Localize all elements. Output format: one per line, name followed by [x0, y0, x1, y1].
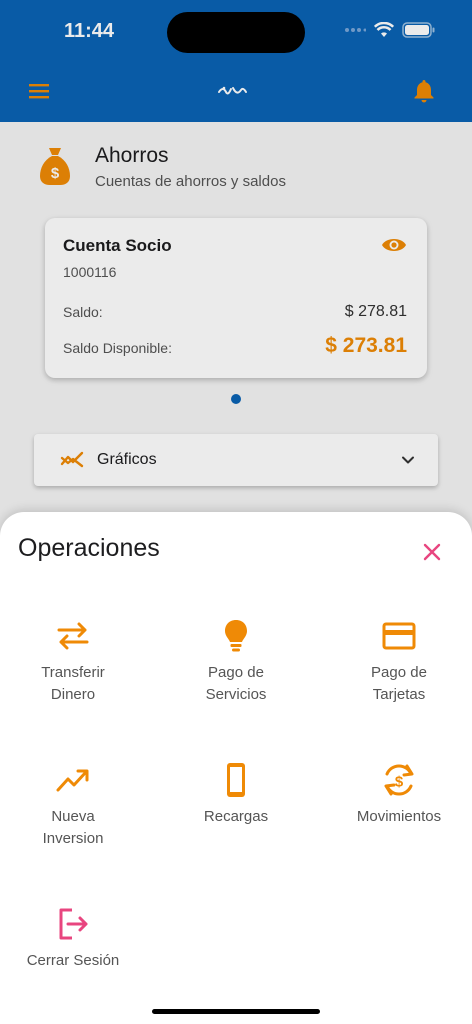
logout-icon	[59, 908, 88, 940]
op-recargas[interactable]: Recargas	[161, 762, 311, 828]
cellular-signal-icon	[345, 28, 366, 32]
battery-icon	[402, 22, 435, 38]
currency-exchange-icon: $	[384, 764, 414, 796]
lightbulb-icon	[225, 620, 247, 652]
status-time: 11:44	[64, 20, 115, 42]
op-label: Pago de Tarjetas	[371, 664, 427, 703]
op-nueva-inversion[interactable]: Nueva Inversion	[0, 762, 148, 850]
phone-icon	[227, 763, 245, 797]
eye-icon[interactable]	[381, 234, 407, 256]
status-bar: 11:44	[0, 0, 472, 60]
op-cerrar-sesion[interactable]: Cerrar Sesión	[0, 906, 148, 972]
op-label: Transferir Dinero	[41, 664, 105, 703]
chart-trend-icon	[60, 451, 84, 468]
home-indicator[interactable]	[152, 1009, 320, 1014]
status-icons	[344, 22, 436, 38]
balance-value: $ 278.81	[344, 303, 407, 320]
available-balance-value: $ 273.81	[325, 334, 407, 357]
sheet-title: Operaciones	[18, 534, 160, 562]
section-subtitle: Cuentas de ahorros y saldos	[95, 173, 286, 190]
op-movimientos[interactable]: $ Movimientos	[324, 762, 472, 828]
money-bag-icon: $	[40, 148, 70, 185]
operations-sheet: Operaciones Transferir Dinero Pago de Se…	[0, 512, 472, 1024]
charts-expander[interactable]: Gráficos	[34, 434, 438, 486]
op-label: Nueva Inversion	[42, 808, 104, 847]
op-pago-servicios[interactable]: Pago de Servicios	[161, 618, 311, 706]
transfer-icon	[57, 622, 89, 650]
wifi-icon	[374, 22, 394, 37]
account-card[interactable]: Cuenta Socio 1000116 Saldo: $ 278.81 Sal…	[45, 218, 427, 378]
op-label: Pago de Servicios	[205, 664, 267, 703]
bell-icon[interactable]	[412, 78, 436, 104]
op-label: Movimientos	[356, 808, 442, 825]
brand-logo-icon	[218, 86, 247, 95]
account-name: Cuenta Socio	[63, 236, 172, 255]
page-indicator-dot[interactable]	[231, 394, 241, 404]
dynamic-island	[167, 12, 305, 53]
charts-label: Gráficos	[97, 451, 157, 468]
account-number: 1000116	[63, 264, 117, 280]
op-pago-tarjetas[interactable]: Pago de Tarjetas	[324, 618, 472, 706]
op-label: Cerrar Sesión	[26, 952, 120, 969]
close-icon[interactable]	[420, 540, 444, 564]
balance-label: Saldo:	[63, 304, 103, 320]
svg-text:$: $	[395, 774, 404, 791]
trending-up-icon	[56, 769, 89, 792]
chevron-down-icon	[402, 456, 414, 464]
op-label: Recargas	[203, 808, 269, 825]
section-title: Ahorros	[95, 144, 169, 167]
available-balance-label: Saldo Disponible:	[63, 340, 172, 356]
menu-icon[interactable]	[28, 80, 52, 102]
op-transferir-dinero[interactable]: Transferir Dinero	[0, 618, 148, 706]
credit-card-icon	[382, 622, 416, 650]
svg-text:$: $	[51, 165, 60, 182]
app-bar	[0, 60, 472, 122]
